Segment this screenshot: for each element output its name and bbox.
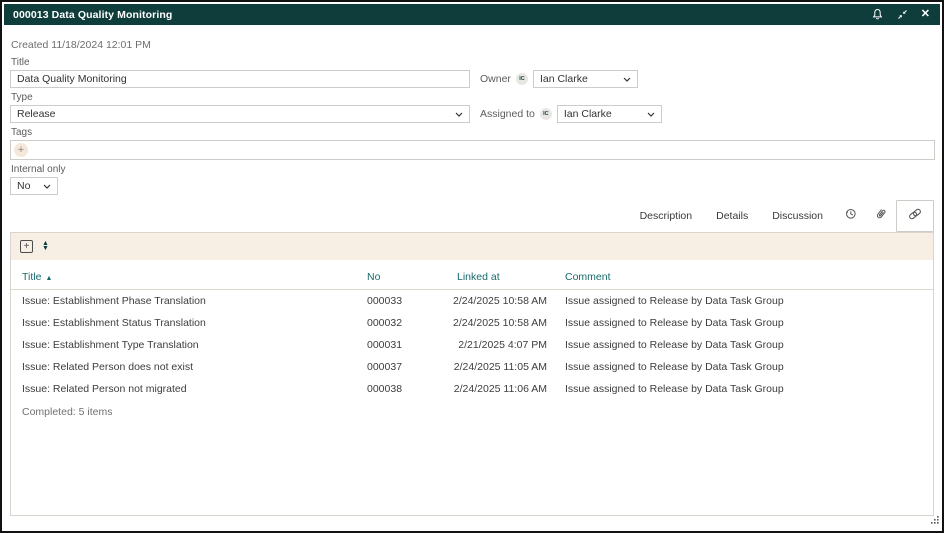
titlebar-actions: ✕: [871, 8, 930, 21]
dialog-window: 000013 Data Quality Monitoring ✕ Created…: [0, 0, 944, 533]
cell-comment: Issue assigned to Release by Data Task G…: [561, 334, 933, 356]
dialog-body: Created 11/18/2024 12:01 PM Title Owner …: [2, 27, 942, 533]
column-header-no[interactable]: No: [363, 266, 439, 290]
assigned-to-select[interactable]: Ian Clarke: [557, 105, 662, 123]
owner-label: Owner: [480, 73, 511, 85]
owner-select-value: Ian Clarke: [540, 73, 588, 85]
assigned-to-label: Assigned to: [480, 108, 535, 120]
attachment-icon: [875, 207, 887, 225]
cell-no: 000031: [363, 334, 439, 356]
tags-field-group: Tags +: [10, 127, 934, 160]
tab-history[interactable]: [835, 202, 866, 230]
chevron-down-icon: [623, 77, 631, 82]
type-select[interactable]: Release: [10, 105, 470, 123]
tab-attachments[interactable]: [866, 202, 896, 230]
cell-linked-at: 2/24/2025 10:58 AM: [439, 290, 561, 313]
cell-title[interactable]: Issue: Establishment Type Translation: [11, 334, 363, 356]
cell-linked-at: 2/21/2025 4:07 PM: [439, 334, 561, 356]
chevron-down-icon: [647, 112, 655, 117]
close-icon[interactable]: ✕: [921, 9, 930, 20]
assigned-to-group: Assigned to IC Ian Clarke: [480, 105, 662, 123]
cell-title[interactable]: Issue: Establishment Status Translation: [11, 312, 363, 334]
linked-items-panel: + ▲▼ Title▲ No Linked at Comment: [10, 232, 934, 516]
cell-no: 000038: [363, 378, 439, 400]
cell-comment: Issue assigned to Release by Data Task G…: [561, 290, 933, 313]
type-assigned-row: Type Release Assigned to IC Ian Clarke: [10, 92, 934, 123]
column-header-title[interactable]: Title▲: [11, 266, 363, 290]
cell-no: 000032: [363, 312, 439, 334]
assigned-to-select-value: Ian Clarke: [564, 108, 612, 120]
linked-items-toolbar: + ▲▼: [11, 233, 933, 260]
sort-icon[interactable]: ▲▼: [42, 242, 49, 251]
tab-description[interactable]: Description: [628, 204, 705, 228]
cell-comment: Issue assigned to Release by Data Task G…: [561, 378, 933, 400]
table-row[interactable]: Issue: Establishment Phase Translation 0…: [11, 290, 933, 313]
owner-avatar: IC: [516, 73, 528, 85]
table-row[interactable]: Issue: Related Person not migrated 00003…: [11, 378, 933, 400]
dialog-title: 000013 Data Quality Monitoring: [13, 9, 172, 21]
table-row[interactable]: Issue: Establishment Status Translation …: [11, 312, 933, 334]
type-select-value: Release: [17, 108, 56, 120]
assigned-to-avatar: IC: [540, 108, 552, 120]
owner-group: Owner IC Ian Clarke: [480, 70, 638, 88]
internal-only-group: Internal only No: [10, 164, 934, 195]
cell-title[interactable]: Issue: Related Person does not exist: [11, 356, 363, 378]
cell-title[interactable]: Issue: Related Person not migrated: [11, 378, 363, 400]
title-label: Title: [11, 57, 470, 68]
restore-icon[interactable]: [897, 9, 908, 20]
table-row[interactable]: Issue: Establishment Type Translation 00…: [11, 334, 933, 356]
cell-comment: Issue assigned to Release by Data Task G…: [561, 356, 933, 378]
cell-linked-at: 2/24/2025 11:05 AM: [439, 356, 561, 378]
table-header-row: Title▲ No Linked at Comment: [11, 266, 933, 290]
link-icon: [908, 207, 922, 225]
column-header-linked-at[interactable]: Linked at: [439, 266, 561, 290]
column-header-comment[interactable]: Comment: [561, 266, 933, 290]
history-icon: [844, 207, 857, 225]
internal-only-select[interactable]: No: [10, 177, 58, 195]
title-field-group: Title: [10, 57, 470, 88]
tab-links[interactable]: [896, 200, 934, 232]
internal-only-value: No: [17, 180, 30, 192]
internal-only-label: Internal only: [11, 164, 934, 175]
created-timestamp: Created 11/18/2024 12:01 PM: [11, 39, 934, 51]
owner-select[interactable]: Ian Clarke: [533, 70, 638, 88]
dialog-titlebar: 000013 Data Quality Monitoring ✕: [4, 4, 940, 25]
cell-title[interactable]: Issue: Establishment Phase Translation: [11, 290, 363, 313]
cell-comment: Issue assigned to Release by Data Task G…: [561, 312, 933, 334]
title-owner-row: Title Owner IC Ian Clarke: [10, 57, 934, 88]
cell-linked-at: 2/24/2025 11:06 AM: [439, 378, 561, 400]
table-row[interactable]: Issue: Related Person does not exist 000…: [11, 356, 933, 378]
type-label: Type: [11, 92, 470, 103]
resize-grip[interactable]: [931, 511, 939, 529]
cell-linked-at: 2/24/2025 10:58 AM: [439, 312, 561, 334]
add-tag-button[interactable]: +: [14, 143, 28, 157]
cell-no: 000033: [363, 290, 439, 313]
cell-no: 000037: [363, 356, 439, 378]
table-status-text: Completed: 5 items: [11, 400, 933, 418]
sort-asc-icon: ▲: [45, 275, 52, 282]
chevron-down-icon: [43, 184, 51, 189]
add-link-icon[interactable]: +: [20, 240, 33, 253]
title-input[interactable]: [10, 70, 470, 88]
tab-details[interactable]: Details: [704, 204, 760, 228]
tags-label: Tags: [11, 127, 934, 138]
chevron-down-icon: [455, 112, 463, 117]
detail-tabbar: Description Details Discussion: [10, 203, 934, 229]
tags-input[interactable]: +: [10, 140, 935, 160]
linked-items-table: Title▲ No Linked at Comment Issue: Estab…: [11, 266, 933, 400]
tab-discussion[interactable]: Discussion: [760, 204, 835, 228]
bell-icon[interactable]: [871, 8, 884, 21]
type-field-group: Type Release: [10, 92, 470, 123]
